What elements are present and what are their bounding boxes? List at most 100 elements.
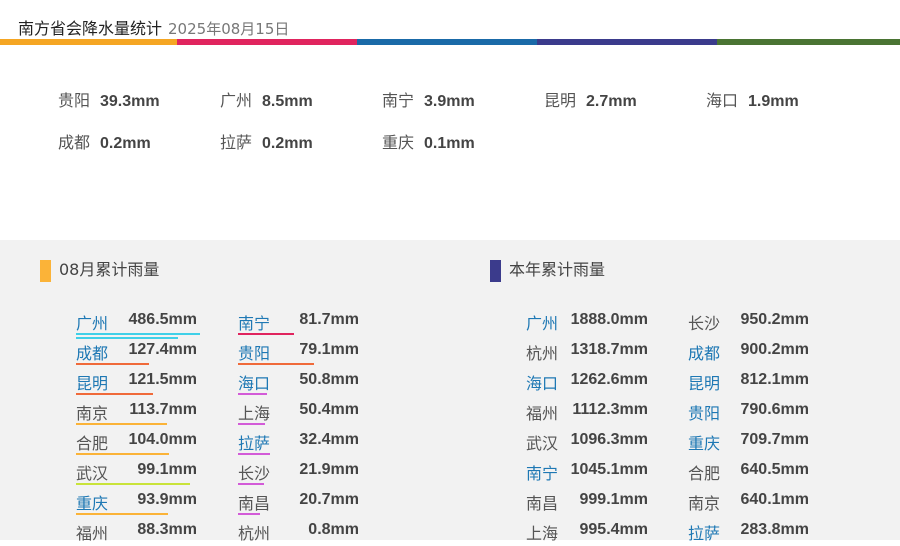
- yearly-city[interactable]: 重庆: [688, 430, 720, 454]
- page-title: 南方省会降水量统计 2025年08月15日: [18, 15, 289, 39]
- monthly-bar: [76, 333, 200, 335]
- yearly-city: 合肥: [688, 464, 721, 483]
- yearly-city[interactable]: 昆明: [688, 370, 720, 394]
- yearly-row: 长沙 950.2mm: [688, 310, 812, 336]
- monthly-row: 南京 113.7mm: [76, 400, 200, 426]
- monthly-city: 福州: [76, 524, 109, 543]
- monthly-bar: [76, 423, 167, 425]
- yearly-row: 福州 1112.3mm: [526, 400, 650, 426]
- yearly-city[interactable]: 贵阳: [688, 400, 720, 424]
- yearly-value: 1318.7mm: [570, 341, 648, 358]
- monthly-row: 合肥 104.0mm: [76, 430, 200, 456]
- monthly-value: 113.7mm: [129, 401, 197, 418]
- monthly-city: 武汉: [76, 464, 109, 483]
- monthly-city: 长沙: [238, 464, 271, 483]
- yearly-row: 上海 995.4mm: [526, 520, 650, 546]
- daily-value: 3.9mm: [424, 93, 475, 110]
- monthly-value: 88.3mm: [137, 521, 197, 538]
- monthly-city[interactable]: 贵阳: [238, 340, 270, 364]
- yearly-value: 709.7mm: [740, 431, 810, 448]
- daily-rainfall-panel: 贵阳 39.3mm 广州 8.5mm 南宁 3.9mm 昆明 2.7mm 海口 1.9mm 成都 0.…: [0, 45, 900, 240]
- monthly-value: 0.8mm: [308, 521, 359, 538]
- yearly-city[interactable]: 海口: [526, 370, 558, 394]
- daily-item: 重庆 0.1mm: [382, 129, 475, 153]
- yearly-value: 1045.1mm: [570, 461, 648, 478]
- yearly-row: 南昌 999.1mm: [526, 490, 650, 516]
- monthly-city[interactable]: 广州: [76, 310, 108, 334]
- yearly-city[interactable]: 拉萨: [688, 520, 720, 544]
- yearly-marker-icon: [490, 260, 501, 282]
- daily-item: 广州 8.5mm: [220, 87, 313, 111]
- monthly-row: 贵阳 79.1mm: [238, 340, 362, 366]
- daily-item: 成都 0.2mm: [58, 129, 151, 153]
- monthly-city: 合肥: [76, 434, 109, 453]
- monthly-city: 南昌: [238, 494, 271, 513]
- daily-value: 0.2mm: [100, 135, 151, 152]
- daily-item: 拉萨 0.2mm: [220, 129, 313, 153]
- yearly-row: 昆明 812.1mm: [688, 370, 812, 396]
- yearly-section-title: 本年累计雨量: [509, 260, 606, 279]
- monthly-city[interactable]: 重庆: [76, 490, 108, 514]
- monthly-city[interactable]: 成都: [76, 340, 108, 364]
- monthly-row: 昆明 121.5mm: [76, 370, 200, 396]
- monthly-city[interactable]: 昆明: [76, 370, 108, 394]
- yearly-city: 南昌: [526, 494, 559, 513]
- yearly-value: 640.1mm: [740, 491, 810, 508]
- monthly-bar: [238, 393, 267, 395]
- daily-city: 广州: [220, 91, 253, 110]
- daily-city: 成都: [58, 133, 91, 152]
- monthly-bar: [76, 483, 190, 485]
- daily-value: 39.3mm: [100, 93, 160, 110]
- yearly-row: 成都 900.2mm: [688, 340, 812, 366]
- monthly-row: 海口 50.8mm: [238, 370, 362, 396]
- monthly-row: 成都 127.4mm: [76, 340, 200, 366]
- yearly-row: 广州 1888.0mm: [526, 310, 650, 336]
- yearly-value: 790.6mm: [740, 401, 810, 418]
- monthly-value: 121.5mm: [128, 371, 198, 388]
- monthly-bar: [238, 453, 270, 455]
- monthly-row: 广州 486.5mm: [76, 310, 200, 339]
- monthly-bar: [76, 363, 149, 365]
- monthly-bar: [76, 513, 168, 515]
- yearly-city[interactable]: 南宁: [526, 460, 558, 484]
- daily-city: 南宁: [382, 91, 415, 110]
- daily-city: 重庆: [382, 133, 415, 152]
- yearly-city: 长沙: [688, 314, 721, 333]
- yearly-row: 杭州 1318.7mm: [526, 340, 650, 366]
- monthly-value: 32.4mm: [299, 431, 359, 448]
- yearly-city: 武汉: [526, 434, 559, 453]
- yearly-row: 合肥 640.5mm: [688, 460, 812, 486]
- cumulative-panel: 08月累计雨量 本年累计雨量 广州 486.5mm 成都 127.4mm 昆明 121.5…: [0, 240, 900, 543]
- monthly-row: 南宁 81.7mm: [238, 310, 362, 336]
- yearly-city[interactable]: 广州: [526, 310, 558, 334]
- monthly-bar: [238, 483, 264, 485]
- monthly-row: 重庆 93.9mm: [76, 490, 200, 516]
- yearly-value: 1096.3mm: [570, 431, 648, 448]
- monthly-value: 99.1mm: [137, 461, 197, 478]
- yearly-city: 上海: [526, 524, 559, 543]
- monthly-row: 杭州 0.8mm: [238, 520, 362, 546]
- daily-item: 昆明 2.7mm: [544, 87, 637, 111]
- yearly-value: 1888.0mm: [570, 311, 648, 328]
- monthly-value: 93.9mm: [137, 491, 197, 508]
- monthly-value: 104.0mm: [128, 431, 198, 448]
- daily-city: 拉萨: [220, 133, 253, 152]
- daily-value: 0.2mm: [262, 135, 313, 152]
- yearly-city[interactable]: 成都: [688, 340, 720, 364]
- monthly-value: 486.5mm: [128, 311, 198, 328]
- monthly-bar: [238, 363, 314, 365]
- daily-item: 贵阳 39.3mm: [58, 87, 160, 111]
- monthly-value: 20.7mm: [299, 491, 359, 508]
- yearly-value: 900.2mm: [740, 341, 810, 358]
- yearly-value: 1262.6mm: [570, 371, 648, 388]
- monthly-value: 79.1mm: [299, 341, 359, 358]
- daily-item: 南宁 3.9mm: [382, 87, 475, 111]
- yearly-value: 995.4mm: [579, 521, 649, 538]
- monthly-row: 南昌 20.7mm: [238, 490, 362, 516]
- monthly-city[interactable]: 海口: [238, 370, 270, 394]
- monthly-city[interactable]: 拉萨: [238, 430, 270, 454]
- daily-value: 8.5mm: [262, 93, 313, 110]
- monthly-section-title: 08月累计雨量: [59, 260, 160, 279]
- yearly-row: 武汉 1096.3mm: [526, 430, 650, 456]
- monthly-city[interactable]: 南宁: [238, 310, 270, 334]
